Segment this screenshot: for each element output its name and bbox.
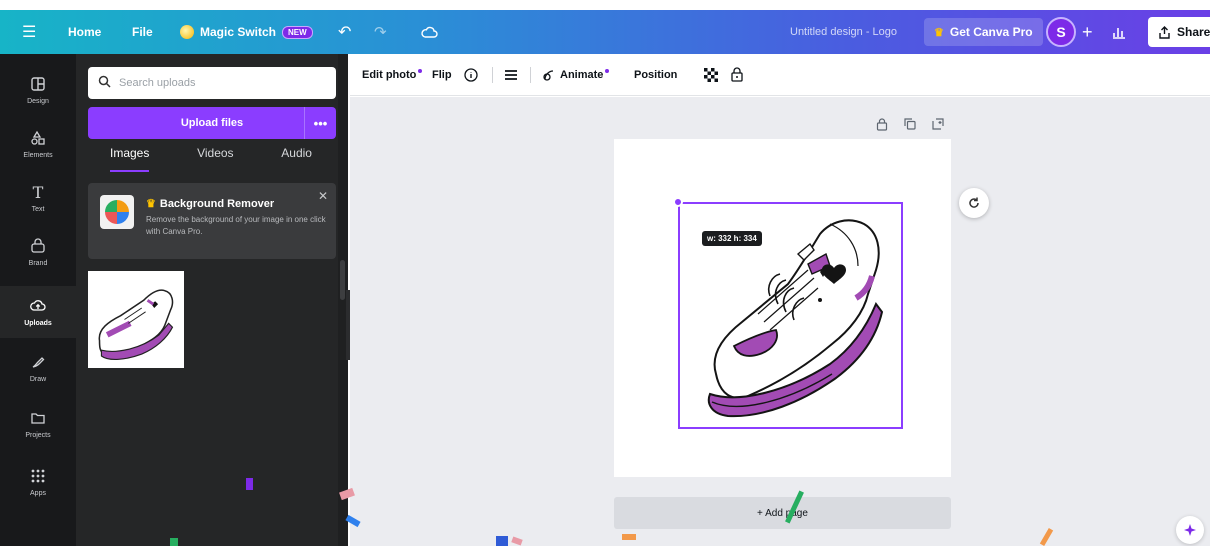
uploaded-image-thumbnail[interactable] xyxy=(88,271,184,368)
position-label: Position xyxy=(634,68,678,81)
rail-item-design[interactable]: Design xyxy=(0,76,76,105)
rail-label-brand: Brand xyxy=(28,260,48,267)
lock-icon[interactable] xyxy=(730,67,744,82)
transparency-icon[interactable] xyxy=(704,67,718,82)
rail-item-elements[interactable]: Elements xyxy=(0,130,76,159)
toolbar-divider xyxy=(530,67,531,83)
rail-item-text[interactable]: T Text xyxy=(0,183,76,214)
get-canva-pro-button[interactable]: ♛ Get Canva Pro xyxy=(924,18,1043,46)
animate-icon xyxy=(543,69,554,81)
duplicate-page-icon[interactable] xyxy=(904,118,916,134)
elements-icon xyxy=(30,130,46,148)
info-icon[interactable] xyxy=(464,67,478,82)
media-tabs: Images Videos Audio xyxy=(88,146,336,172)
close-icon[interactable]: ✕ xyxy=(318,189,328,203)
rail-item-brand[interactable]: Brand xyxy=(0,238,76,267)
edit-photo-button[interactable]: Edit photo xyxy=(362,68,423,81)
border-style-icon[interactable] xyxy=(504,69,518,81)
promo-image xyxy=(100,195,134,229)
left-rail: Design Elements T Text Brand Uploads Dra… xyxy=(0,54,76,546)
share-icon xyxy=(1159,25,1170,39)
upload-files-button[interactable]: Upload files ••• xyxy=(88,107,336,139)
lock-page-icon[interactable] xyxy=(876,118,888,134)
position-button[interactable]: Position xyxy=(634,69,677,81)
redo-icon[interactable]: ↷ xyxy=(374,23,387,41)
rail-label-draw: Draw xyxy=(29,376,47,383)
rail-item-draw[interactable]: Draw xyxy=(0,354,76,383)
rail-label-uploads: Uploads xyxy=(24,319,52,327)
rail-label-elements: Elements xyxy=(23,152,53,159)
top-bar: ☰ Home File Magic Switch NEW ↶ ↷ Untitle… xyxy=(0,10,1210,54)
toolbar-divider xyxy=(492,67,493,83)
search-icon xyxy=(98,75,111,91)
undo-icon[interactable]: ↶ xyxy=(338,22,351,42)
rail-label-text: Text xyxy=(31,206,45,213)
design-icon xyxy=(30,76,46,94)
edit-photo-label: Edit photo xyxy=(362,68,417,81)
avatar[interactable]: S xyxy=(1046,17,1076,47)
pro-dot xyxy=(418,68,423,73)
hamburger-icon[interactable]: ☰ xyxy=(22,22,36,42)
upload-files-label: Upload files xyxy=(180,117,244,129)
search-input[interactable] xyxy=(119,77,319,89)
magic-switch-label: Magic Switch xyxy=(200,25,277,39)
dimensions-tooltip: w: 332 h: 334 xyxy=(702,231,762,246)
brand-icon xyxy=(30,238,46,256)
tab-videos[interactable]: Videos xyxy=(197,146,233,172)
confetti-piece xyxy=(170,538,178,546)
promo-title: ♛ Background Remover xyxy=(146,198,275,210)
magic-help-icon[interactable] xyxy=(1176,516,1204,544)
share-label: Share xyxy=(1177,25,1210,39)
rail-item-uploads[interactable]: Uploads xyxy=(0,286,76,338)
document-title[interactable]: Untitled design - Logo xyxy=(790,26,897,38)
editor-toolbar: Edit photo Flip Animate Position xyxy=(350,54,1210,96)
pro-dot xyxy=(605,68,610,73)
animate-label: Animate xyxy=(560,68,604,81)
confetti-piece xyxy=(622,534,636,540)
crown-icon: ♛ xyxy=(934,26,944,39)
new-badge: NEW xyxy=(282,25,313,39)
text-icon: T xyxy=(32,183,44,202)
promo-description: Remove the background of your image in o… xyxy=(146,215,326,236)
tab-audio[interactable]: Audio xyxy=(281,146,312,172)
home-link[interactable]: Home xyxy=(68,25,101,39)
magic-switch-button[interactable]: Magic Switch NEW xyxy=(180,25,313,39)
cloud-save-icon[interactable] xyxy=(420,25,438,39)
confetti-piece xyxy=(246,478,253,490)
rail-item-projects[interactable]: Projects xyxy=(0,410,76,439)
magic-switch-icon xyxy=(180,25,194,39)
rail-item-apps[interactable]: Apps xyxy=(0,468,76,497)
get-pro-label: Get Canva Pro xyxy=(949,25,1033,39)
file-menu[interactable]: File xyxy=(132,25,153,39)
flip-label: Flip xyxy=(432,68,452,81)
add-page-icon[interactable] xyxy=(932,118,944,134)
uploads-icon xyxy=(30,298,46,316)
selection-handle[interactable] xyxy=(673,197,683,207)
page-tools xyxy=(876,118,944,134)
rail-label-design: Design xyxy=(27,98,49,105)
share-button[interactable]: Share xyxy=(1148,17,1210,47)
add-page-button[interactable]: + Add page xyxy=(614,497,951,529)
animate-button[interactable]: Animate xyxy=(542,68,610,82)
more-options-icon[interactable]: ••• xyxy=(304,107,336,139)
crown-icon: ♛ xyxy=(146,198,156,210)
rotate-icon[interactable] xyxy=(959,188,989,218)
apps-icon xyxy=(30,468,46,486)
draw-icon xyxy=(30,354,46,372)
search-uploads-box[interactable] xyxy=(88,67,336,99)
folder-icon xyxy=(30,410,46,428)
confetti-piece xyxy=(496,536,508,546)
panel-scrollbar-thumb[interactable] xyxy=(340,260,345,300)
insights-icon[interactable] xyxy=(1112,25,1126,39)
background-remover-promo[interactable]: ♛ Background Remover Remove the backgroun… xyxy=(88,183,336,259)
tab-images[interactable]: Images xyxy=(110,146,150,172)
add-collaborator-icon[interactable]: + xyxy=(1082,22,1093,43)
flip-button[interactable]: Flip xyxy=(432,69,452,81)
rail-label-apps: Apps xyxy=(30,490,46,497)
rail-label-projects: Projects xyxy=(25,432,51,439)
